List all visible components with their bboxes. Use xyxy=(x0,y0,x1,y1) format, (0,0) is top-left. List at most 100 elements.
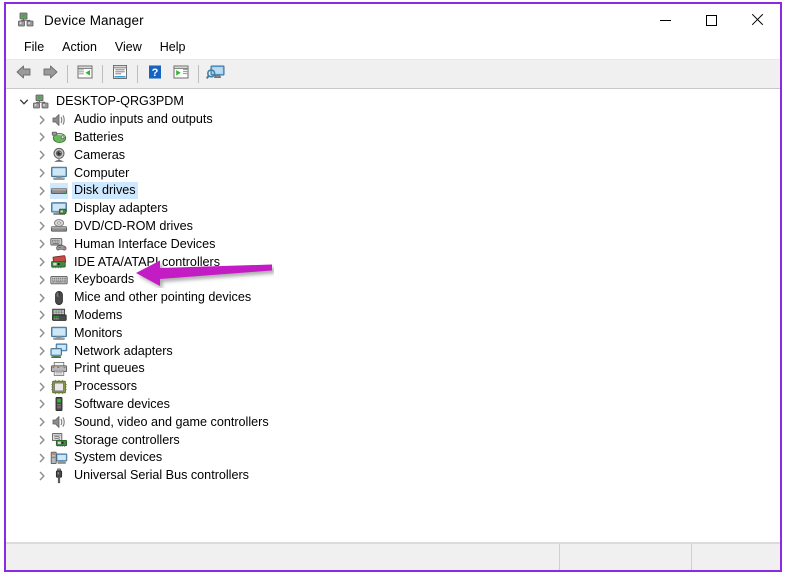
chevron-right-icon[interactable] xyxy=(34,239,50,249)
maximize-button[interactable] xyxy=(688,4,734,36)
disk-drive-icon xyxy=(50,182,68,199)
svg-text:?: ? xyxy=(152,67,159,79)
chevron-right-icon[interactable] xyxy=(34,399,50,409)
hid-icon xyxy=(50,236,68,252)
computer-root-icon xyxy=(32,94,50,110)
forward-button[interactable] xyxy=(37,62,63,86)
device-manager-icon xyxy=(17,11,35,29)
tree-item-keyboards[interactable]: Keyboards xyxy=(6,271,780,289)
tree-item-label: Cameras xyxy=(74,147,126,162)
tree-item-computer[interactable]: Computer xyxy=(6,164,780,182)
chevron-right-icon[interactable] xyxy=(34,275,50,285)
tree-item-human-interface-devices[interactable]: Human Interface Devices xyxy=(6,235,780,253)
minimize-button[interactable] xyxy=(642,4,688,36)
tree-item-label: Sound, video and game controllers xyxy=(74,414,269,429)
update-driver-button[interactable] xyxy=(168,62,194,86)
optical-drive-icon xyxy=(50,218,68,234)
tree-item-print-queues[interactable]: Print queues xyxy=(6,360,780,378)
chevron-right-icon[interactable] xyxy=(34,132,50,142)
chevron-right-icon[interactable] xyxy=(34,310,50,320)
chevron-right-icon[interactable] xyxy=(34,204,50,214)
menu-view[interactable]: View xyxy=(106,38,151,57)
chevron-right-icon[interactable] xyxy=(34,168,50,178)
chevron-right-icon[interactable] xyxy=(34,417,50,427)
chevron-down-icon[interactable] xyxy=(16,97,32,107)
tree-item-label: DVD/CD-ROM drives xyxy=(74,218,193,233)
chevron-right-icon[interactable] xyxy=(34,221,50,231)
tree-item-batteries[interactable]: Batteries xyxy=(6,129,780,147)
tree-item-label: Universal Serial Bus controllers xyxy=(74,468,249,483)
chevron-right-icon[interactable] xyxy=(34,293,50,303)
keyboard-icon xyxy=(50,272,68,288)
tree-item-system-devices[interactable]: System devices xyxy=(6,449,780,467)
toolbar-separator xyxy=(67,65,68,83)
tree-item-monitors[interactable]: Monitors xyxy=(6,324,780,342)
chevron-right-icon[interactable] xyxy=(34,382,50,392)
tree-item-mice-and-other-pointing-devices[interactable]: Mice and other pointing devices xyxy=(6,289,780,307)
close-icon xyxy=(751,14,763,26)
status-pane-2 xyxy=(560,544,692,570)
tree-item-disk-drives[interactable]: Disk drives xyxy=(6,182,780,200)
status-pane-1 xyxy=(6,544,560,570)
camera-icon xyxy=(50,147,68,163)
close-button[interactable] xyxy=(734,4,780,36)
tree-item-ide-ata-atapi-controllers[interactable]: IDE ATA/ATAPI controllers xyxy=(6,253,780,271)
tree-item-universal-serial-bus-controllers[interactable]: Universal Serial Bus controllers xyxy=(6,467,780,485)
window-controls xyxy=(642,4,780,36)
chevron-right-icon[interactable] xyxy=(34,150,50,160)
speaker-icon xyxy=(50,112,68,128)
menu-file[interactable]: File xyxy=(15,38,53,57)
scan-for-hardware-changes-button[interactable] xyxy=(203,62,229,86)
tree-item-label: Print queues xyxy=(74,361,145,376)
update-driver-icon xyxy=(172,64,190,85)
tree-item-label: Processors xyxy=(74,379,137,394)
tree-item-storage-controllers[interactable]: Storage controllers xyxy=(6,431,780,449)
tree-item-audio-inputs-and-outputs[interactable]: Audio inputs and outputs xyxy=(6,111,780,129)
battery-icon xyxy=(50,129,68,145)
monitor-icon xyxy=(50,165,68,181)
speaker-icon xyxy=(50,414,68,430)
tree-item-label: Monitors xyxy=(74,325,123,340)
tree-item-network-adapters[interactable]: Network adapters xyxy=(6,342,780,360)
device-tree: DESKTOP-QRG3PDM Audio inputs and outputs B… xyxy=(6,89,780,485)
tree-item-dvd-cd-rom-drives[interactable]: DVD/CD-ROM drives xyxy=(6,218,780,236)
network-adapter-icon xyxy=(50,343,68,359)
menu-action[interactable]: Action xyxy=(53,38,106,57)
device-manager-window: Device Manager File Action View Help ? D… xyxy=(4,2,782,572)
chevron-right-icon[interactable] xyxy=(34,471,50,481)
tree-item-label: IDE ATA/ATAPI controllers xyxy=(74,254,221,269)
chevron-right-icon[interactable] xyxy=(34,257,50,267)
chevron-right-icon[interactable] xyxy=(34,364,50,374)
chevron-right-icon[interactable] xyxy=(34,346,50,356)
tree-root-node[interactable]: DESKTOP-QRG3PDM xyxy=(6,93,780,111)
tree-item-modems[interactable]: Modems xyxy=(6,307,780,325)
chevron-right-icon[interactable] xyxy=(34,115,50,125)
status-pane-3 xyxy=(692,544,780,570)
mouse-icon xyxy=(50,290,68,306)
chevron-right-icon[interactable] xyxy=(34,186,50,196)
tree-item-label: Display adapters xyxy=(74,201,168,216)
tree-item-label: Computer xyxy=(74,165,130,180)
tree-item-cameras[interactable]: Cameras xyxy=(6,146,780,164)
back-button[interactable] xyxy=(11,62,37,86)
tree-item-label: Software devices xyxy=(74,396,170,411)
menu-help[interactable]: Help xyxy=(151,38,195,57)
tree-item-processors[interactable]: Processors xyxy=(6,378,780,396)
chevron-right-icon[interactable] xyxy=(34,435,50,445)
chevron-right-icon[interactable] xyxy=(34,328,50,338)
tree-item-sound-video-and-game-controllers[interactable]: Sound, video and game controllers xyxy=(6,413,780,431)
tree-item-label: Human Interface Devices xyxy=(74,236,216,251)
properties-button[interactable] xyxy=(107,62,133,86)
monitor-icon xyxy=(50,325,68,341)
device-tree-pane[interactable]: DESKTOP-QRG3PDM Audio inputs and outputs B… xyxy=(6,89,780,543)
tree-item-software-devices[interactable]: Software devices xyxy=(6,396,780,414)
software-device-icon xyxy=(50,396,68,412)
tree-item-display-adapters[interactable]: Display adapters xyxy=(6,200,780,218)
tree-item-label: Audio inputs and outputs xyxy=(74,112,213,127)
show-hide-console-tree-button[interactable] xyxy=(72,62,98,86)
help-button[interactable]: ? xyxy=(142,62,168,86)
status-bar xyxy=(6,543,780,570)
chevron-right-icon[interactable] xyxy=(34,453,50,463)
storage-controller-icon xyxy=(50,432,68,448)
system-device-icon xyxy=(50,450,68,466)
